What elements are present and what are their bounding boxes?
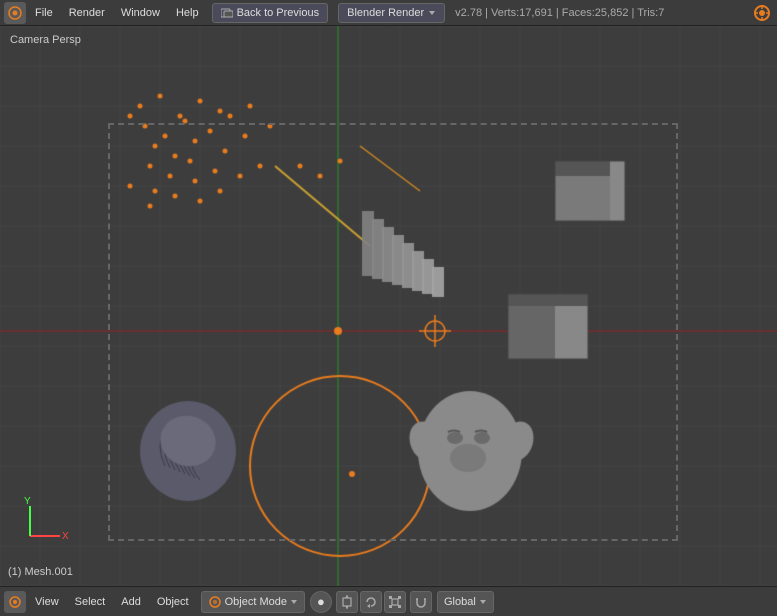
back-icon (221, 8, 233, 18)
global-label: Global (444, 596, 476, 608)
menu-select[interactable]: Select (68, 591, 113, 613)
transform-icons (336, 591, 406, 613)
translate-icon[interactable] (336, 591, 358, 613)
status-mesh: (1) Mesh.001 (8, 566, 73, 578)
back-to-previous-label: Back to Previous (237, 7, 320, 19)
object-mode-icon (208, 595, 222, 609)
menu-file[interactable]: File (28, 3, 60, 23)
bottom-bar: View Select Add Object Object Mode ● (0, 586, 777, 616)
menu-view[interactable]: View (28, 591, 66, 613)
blender-icon[interactable] (4, 2, 26, 24)
viewport[interactable]: Camera Persp X Y (1) Mesh.001 (0, 26, 777, 586)
sphere-button[interactable]: ● (310, 591, 332, 613)
menu-render[interactable]: Render (62, 3, 112, 23)
bottom-blender-icon[interactable] (4, 591, 26, 613)
blender-stats: v2.78 | Verts:17,691 | Faces:25,852 | Tr… (455, 7, 664, 19)
rotate-icon[interactable] (360, 591, 382, 613)
object-mode-button[interactable]: Object Mode (201, 591, 305, 613)
dropdown-arrow-icon (428, 9, 436, 17)
blender-render-button[interactable]: Blender Render (338, 3, 445, 23)
back-to-previous-button[interactable]: Back to Previous (212, 3, 329, 23)
menu-help[interactable]: Help (169, 3, 206, 23)
menu-object[interactable]: Object (150, 591, 196, 613)
object-mode-label: Object Mode (225, 596, 287, 608)
menu-window[interactable]: Window (114, 3, 167, 23)
global-arrow (479, 598, 487, 606)
object-mode-arrow (290, 598, 298, 606)
blender-logo-icon (751, 2, 773, 24)
magnet-icon[interactable] (410, 591, 432, 613)
scale-icon[interactable] (384, 591, 406, 613)
blender-render-label: Blender Render (347, 7, 424, 19)
viewport-canvas (0, 26, 777, 586)
menu-add[interactable]: Add (114, 591, 148, 613)
snap-icons (410, 591, 432, 613)
top-menu-bar: File Render Window Help Back to Previous… (0, 0, 777, 26)
global-button[interactable]: Global (437, 591, 494, 613)
